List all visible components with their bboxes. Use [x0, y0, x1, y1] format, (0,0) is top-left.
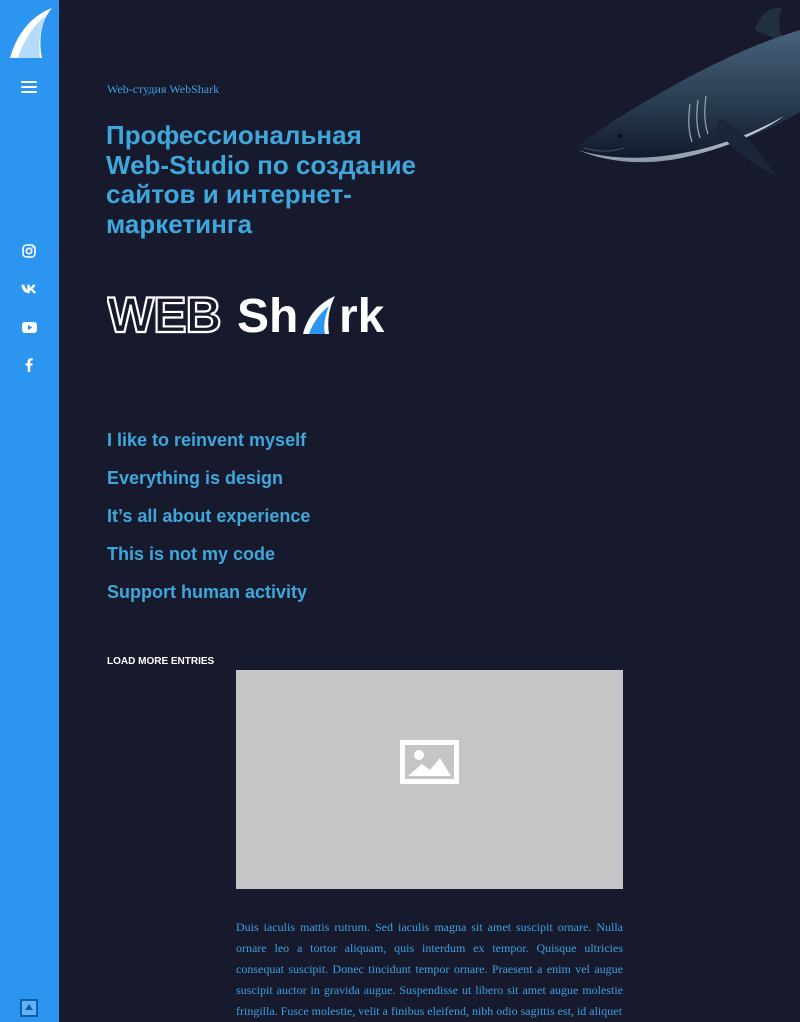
tagline-link[interactable]: It’s all about experience	[107, 497, 310, 535]
svg-text:Sh: Sh	[237, 290, 298, 340]
load-more-button[interactable]: LOAD MORE ENTRIES	[107, 656, 214, 667]
webshark-logo: WEB Sh rk	[107, 288, 385, 340]
svg-text:WEB: WEB	[107, 288, 221, 340]
image-placeholder-icon	[400, 740, 459, 784]
hamburger-menu-icon[interactable]	[21, 81, 37, 95]
hero-eyebrow: Web-студия WebShark	[107, 82, 220, 96]
shark-fin-icon[interactable]	[8, 6, 54, 60]
page: Web-студия WebShark Профессиональная Web…	[0, 0, 800, 1022]
article-excerpt: Duis iaculis mattis rutrum. Sed iaculis …	[236, 920, 623, 1018]
instagram-icon[interactable]	[20, 243, 38, 259]
scroll-to-top-icon[interactable]	[20, 999, 38, 1017]
youtube-icon[interactable]	[20, 319, 38, 335]
svg-text:rk: rk	[339, 290, 385, 340]
article-image[interactable]	[236, 670, 623, 889]
taglines-list: I like to reinvent myself Everything is …	[107, 421, 310, 611]
tagline-link[interactable]: Everything is design	[107, 459, 310, 497]
tagline-link[interactable]: I like to reinvent myself	[107, 421, 310, 459]
tagline-link[interactable]: Support human activity	[107, 573, 310, 611]
vk-icon[interactable]	[20, 281, 38, 297]
sidebar	[0, 0, 59, 1022]
hero-title: Профессиональная Web-Studio по создание …	[106, 120, 417, 239]
facebook-icon[interactable]	[20, 357, 38, 373]
tagline-link[interactable]: This is not my code	[107, 535, 310, 573]
shark-illustration	[576, 7, 800, 176]
